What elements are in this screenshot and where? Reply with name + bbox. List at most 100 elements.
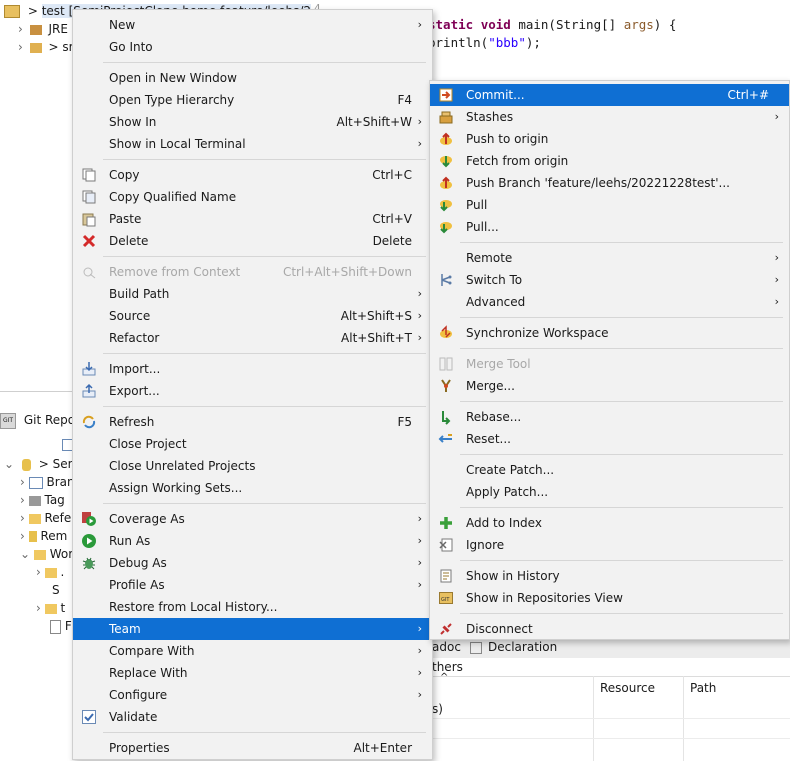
chevron-down-icon[interactable]: ⌄ (20, 547, 30, 561)
menu-item-merge-tool[interactable]: Merge Tool (430, 353, 789, 375)
view-divider[interactable] (0, 391, 80, 392)
chevron-right-icon[interactable]: › (36, 565, 41, 579)
menu-item-advanced[interactable]: Advanced › (430, 291, 789, 313)
menu-item-show-in-history[interactable]: Show in History (430, 565, 789, 587)
menu-item-pull[interactable]: Pull (430, 194, 789, 216)
menu-item-run-as[interactable]: Run As › (73, 530, 432, 552)
menu-item-team[interactable]: Team › (73, 618, 432, 640)
menu-item-properties[interactable]: Properties Alt+Enter (73, 737, 432, 759)
svg-text:GIT: GIT (441, 597, 450, 603)
menu-item-copy[interactable]: Copy Ctrl+C (73, 164, 432, 186)
project-tree-row[interactable]: › > sr (18, 38, 74, 56)
menu-item-create-patch[interactable]: Create Patch... (430, 459, 789, 481)
menu-separator (460, 613, 783, 614)
menu-item-delete[interactable]: Delete Delete (73, 230, 432, 252)
menu-item-pull-dialog[interactable]: Pull... (430, 216, 789, 238)
menu-item-commit[interactable]: Commit... Ctrl+# (430, 84, 789, 106)
copy-qualified-icon (82, 190, 96, 204)
menu-item-open-type-hierarchy[interactable]: Open Type Hierarchy F4 (73, 89, 432, 111)
chevron-right-icon[interactable]: › (20, 511, 25, 525)
menu-item-show-in-repositories-view[interactable]: GIT Show in Repositories View (430, 587, 789, 609)
code-line: println("bbb"); (428, 35, 541, 50)
tree-expand-chevron[interactable]: > (39, 457, 49, 471)
repo-row[interactable]: › Rem (20, 527, 67, 545)
menu-item-remove-from-context[interactable]: Remove from Context Ctrl+Alt+Shift+Down (73, 261, 432, 283)
menu-item-configure[interactable]: Configure › (73, 684, 432, 706)
folder-icon (44, 603, 57, 614)
menu-item-reset[interactable]: Reset... (430, 428, 789, 450)
menu-item-refactor[interactable]: Refactor Alt+Shift+T › (73, 327, 432, 349)
column-header-path[interactable]: Path (690, 681, 716, 695)
menu-item-merge[interactable]: Merge... (430, 375, 789, 397)
menu-item-ignore[interactable]: Ignore (430, 534, 789, 556)
tab-git-repositories[interactable]: GIT Git Repos (0, 411, 81, 429)
menu-item-export[interactable]: Export... (73, 380, 432, 402)
column-header-resource[interactable]: Resource (600, 681, 655, 695)
repo-row[interactable]: › Bran (20, 473, 75, 491)
submenu-arrow-icon: › (417, 331, 422, 344)
menu-item-validate[interactable]: Validate (73, 706, 432, 728)
menu-item-source[interactable]: Source Alt+Shift+S › (73, 305, 432, 327)
chevron-right-icon[interactable]: › (18, 40, 23, 54)
table-row-line (430, 718, 790, 719)
repo-subrow[interactable]: › . (36, 563, 64, 581)
menu-item-show-in-local-terminal[interactable]: Show in Local Terminal › (73, 133, 432, 155)
submenu-arrow-icon: › (417, 115, 422, 128)
menu-item-disconnect[interactable]: Disconnect (430, 618, 789, 640)
menu-item-profile-as[interactable]: Profile As › (73, 574, 432, 596)
menu-item-paste[interactable]: Paste Ctrl+V (73, 208, 432, 230)
repo-subrow[interactable]: › t (36, 599, 65, 617)
menu-item-coverage-as[interactable]: Coverage As › (73, 508, 432, 530)
menu-item-close-project[interactable]: Close Project (73, 433, 432, 455)
synchronize-icon (440, 325, 452, 338)
menu-item-go-into[interactable]: Go Into (73, 36, 432, 58)
remove-context-icon (83, 267, 96, 279)
menu-item-refresh[interactable]: Refresh F5 (73, 411, 432, 433)
repo-subrow[interactable]: S (52, 581, 60, 599)
chevron-right-icon[interactable]: › (20, 493, 25, 507)
menu-item-import[interactable]: Import... (73, 358, 432, 380)
menu-item-push-branch[interactable]: Push Branch 'feature/leehs/20221228test'… (430, 172, 789, 194)
menu-item-synchronize-workspace[interactable]: Synchronize Workspace (430, 322, 789, 344)
chevron-down-icon[interactable]: ⌄ (4, 457, 14, 471)
menu-item-add-to-index[interactable]: Add to Index (430, 512, 789, 534)
repo-row[interactable]: ⌄ Wor (20, 545, 73, 563)
menu-item-apply-patch[interactable]: Apply Patch... (430, 481, 789, 503)
tab-javadoc[interactable]: adoc (432, 640, 461, 654)
menu-item-close-unrelated-projects[interactable]: Close Unrelated Projects (73, 455, 432, 477)
chevron-right-icon[interactable]: › (36, 601, 41, 615)
menu-item-debug-as[interactable]: Debug As › (73, 552, 432, 574)
git-repositories-view: GIT Git Repos ⌄ > Sem › Bran › Tag › Ref… (0, 405, 81, 635)
menu-item-build-path[interactable]: Build Path › (73, 283, 432, 305)
menu-item-compare-with[interactable]: Compare With › (73, 640, 432, 662)
repo-row[interactable]: › Refe (20, 509, 71, 527)
menu-item-replace-with[interactable]: Replace With › (73, 662, 432, 684)
menu-item-restore-from-local-history[interactable]: Restore from Local History... (73, 596, 432, 618)
menu-item-switch-to[interactable]: Switch To › (430, 269, 789, 291)
project-tree-row[interactable]: › JRE (18, 20, 68, 38)
tree-label: Bran (46, 475, 75, 489)
chevron-right-icon[interactable]: › (20, 529, 25, 543)
menu-separator (103, 503, 426, 504)
repo-row[interactable]: ⌄ > Sem (4, 455, 79, 473)
menu-item-stashes[interactable]: Stashes › (430, 106, 789, 128)
repo-row[interactable]: › Tag (20, 491, 65, 509)
menu-item-new[interactable]: New › (73, 14, 432, 36)
repo-subrow[interactable]: F (50, 617, 72, 635)
menu-item-show-in[interactable]: Show In Alt+Shift+W › (73, 111, 432, 133)
tree-expand-chevron[interactable]: > (48, 40, 58, 54)
tree-expand-chevron[interactable]: > (28, 4, 38, 18)
menu-item-open-in-new-window[interactable]: Open in New Window (73, 67, 432, 89)
menu-separator (103, 406, 426, 407)
menu-separator (103, 732, 426, 733)
submenu-arrow-icon: › (774, 295, 779, 308)
tab-declaration[interactable]: Declaration (488, 640, 557, 654)
chevron-right-icon[interactable]: › (18, 22, 23, 36)
menu-item-copy-qualified-name[interactable]: Copy Qualified Name (73, 186, 432, 208)
menu-item-fetch-from-origin[interactable]: Fetch from origin (430, 150, 789, 172)
menu-item-remote[interactable]: Remote › (430, 247, 789, 269)
chevron-right-icon[interactable]: › (20, 475, 25, 489)
menu-item-push-to-origin[interactable]: Push to origin (430, 128, 789, 150)
menu-item-rebase[interactable]: Rebase... (430, 406, 789, 428)
menu-item-assign-working-sets[interactable]: Assign Working Sets... (73, 477, 432, 499)
